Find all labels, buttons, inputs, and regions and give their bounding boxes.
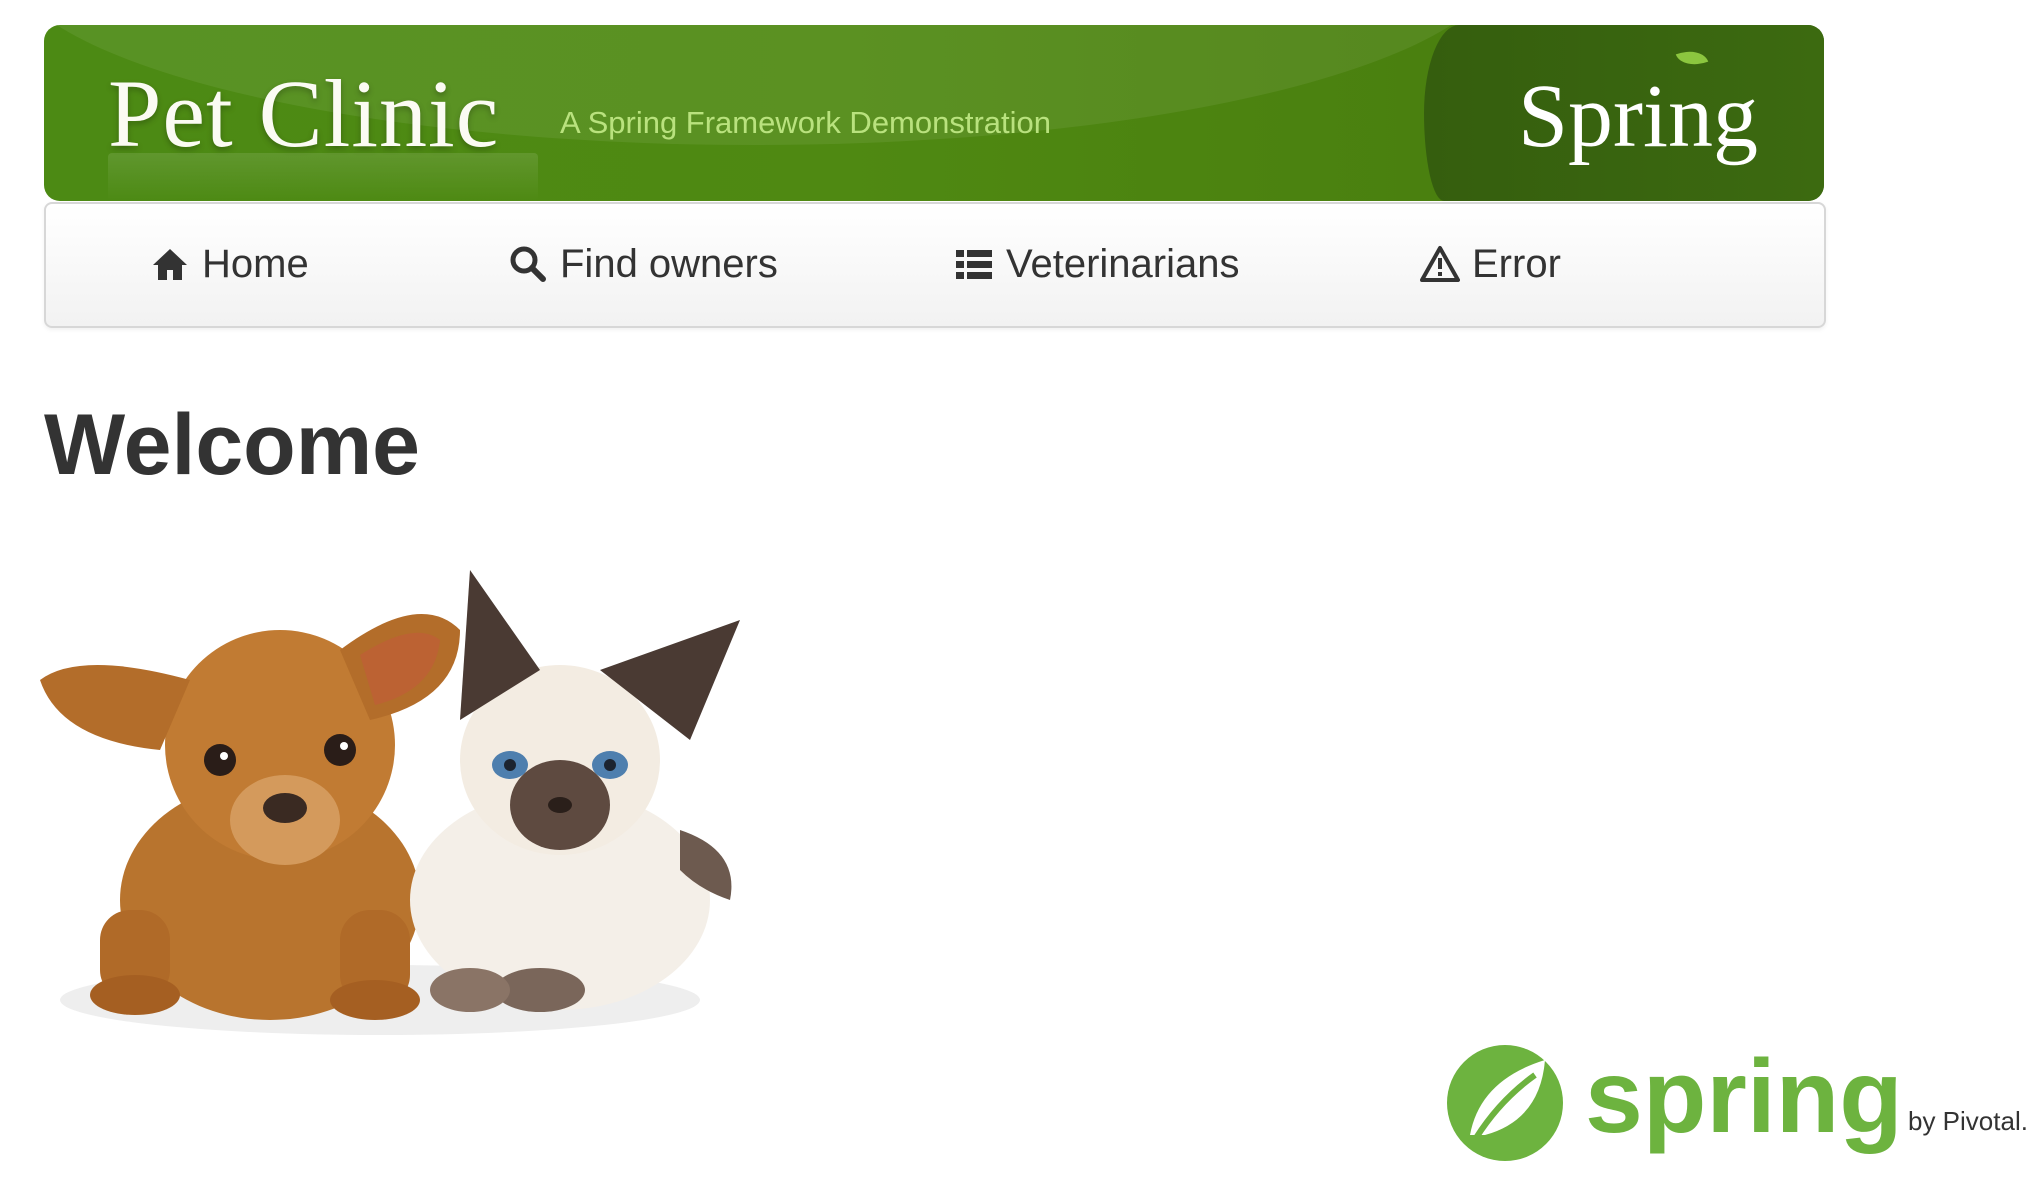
brand-subtitle: A Spring Framework Demonstration bbox=[560, 105, 1052, 140]
search-icon bbox=[508, 244, 548, 284]
nav-item-find-owners[interactable]: Find owners bbox=[508, 238, 778, 290]
warning-icon bbox=[1420, 244, 1460, 284]
spring-logo-byline: by Pivotal. bbox=[1908, 1106, 2028, 1136]
main-navbar: Home Find owners Veterinarians Error bbox=[44, 202, 1826, 328]
spring-banner-logo: Spring bbox=[1517, 67, 1758, 166]
header-banner[interactable]: Pet Clinic A Spring Framework Demonstrat… bbox=[44, 25, 1824, 201]
nav-item-home[interactable]: Home bbox=[150, 238, 309, 290]
brand-title-reflection bbox=[108, 153, 538, 201]
spring-logo-text: spring bbox=[1585, 1040, 1903, 1155]
nav-item-label: Home bbox=[202, 241, 309, 286]
nav-item-veterinarians[interactable]: Veterinarians bbox=[954, 238, 1239, 290]
spring-by-pivotal-logo: spring by Pivotal. bbox=[1440, 1040, 2040, 1170]
pets-image bbox=[40, 530, 740, 1050]
nav-item-label: Find owners bbox=[560, 241, 778, 286]
list-icon bbox=[954, 244, 994, 284]
page-root: Pet Clinic A Spring Framework Demonstrat… bbox=[0, 0, 2040, 1194]
nav-item-label: Error bbox=[1472, 241, 1561, 286]
page-title: Welcome bbox=[44, 397, 420, 493]
home-icon bbox=[150, 244, 190, 284]
nav-item-error[interactable]: Error bbox=[1420, 238, 1561, 290]
nav-item-label: Veterinarians bbox=[1006, 241, 1240, 286]
